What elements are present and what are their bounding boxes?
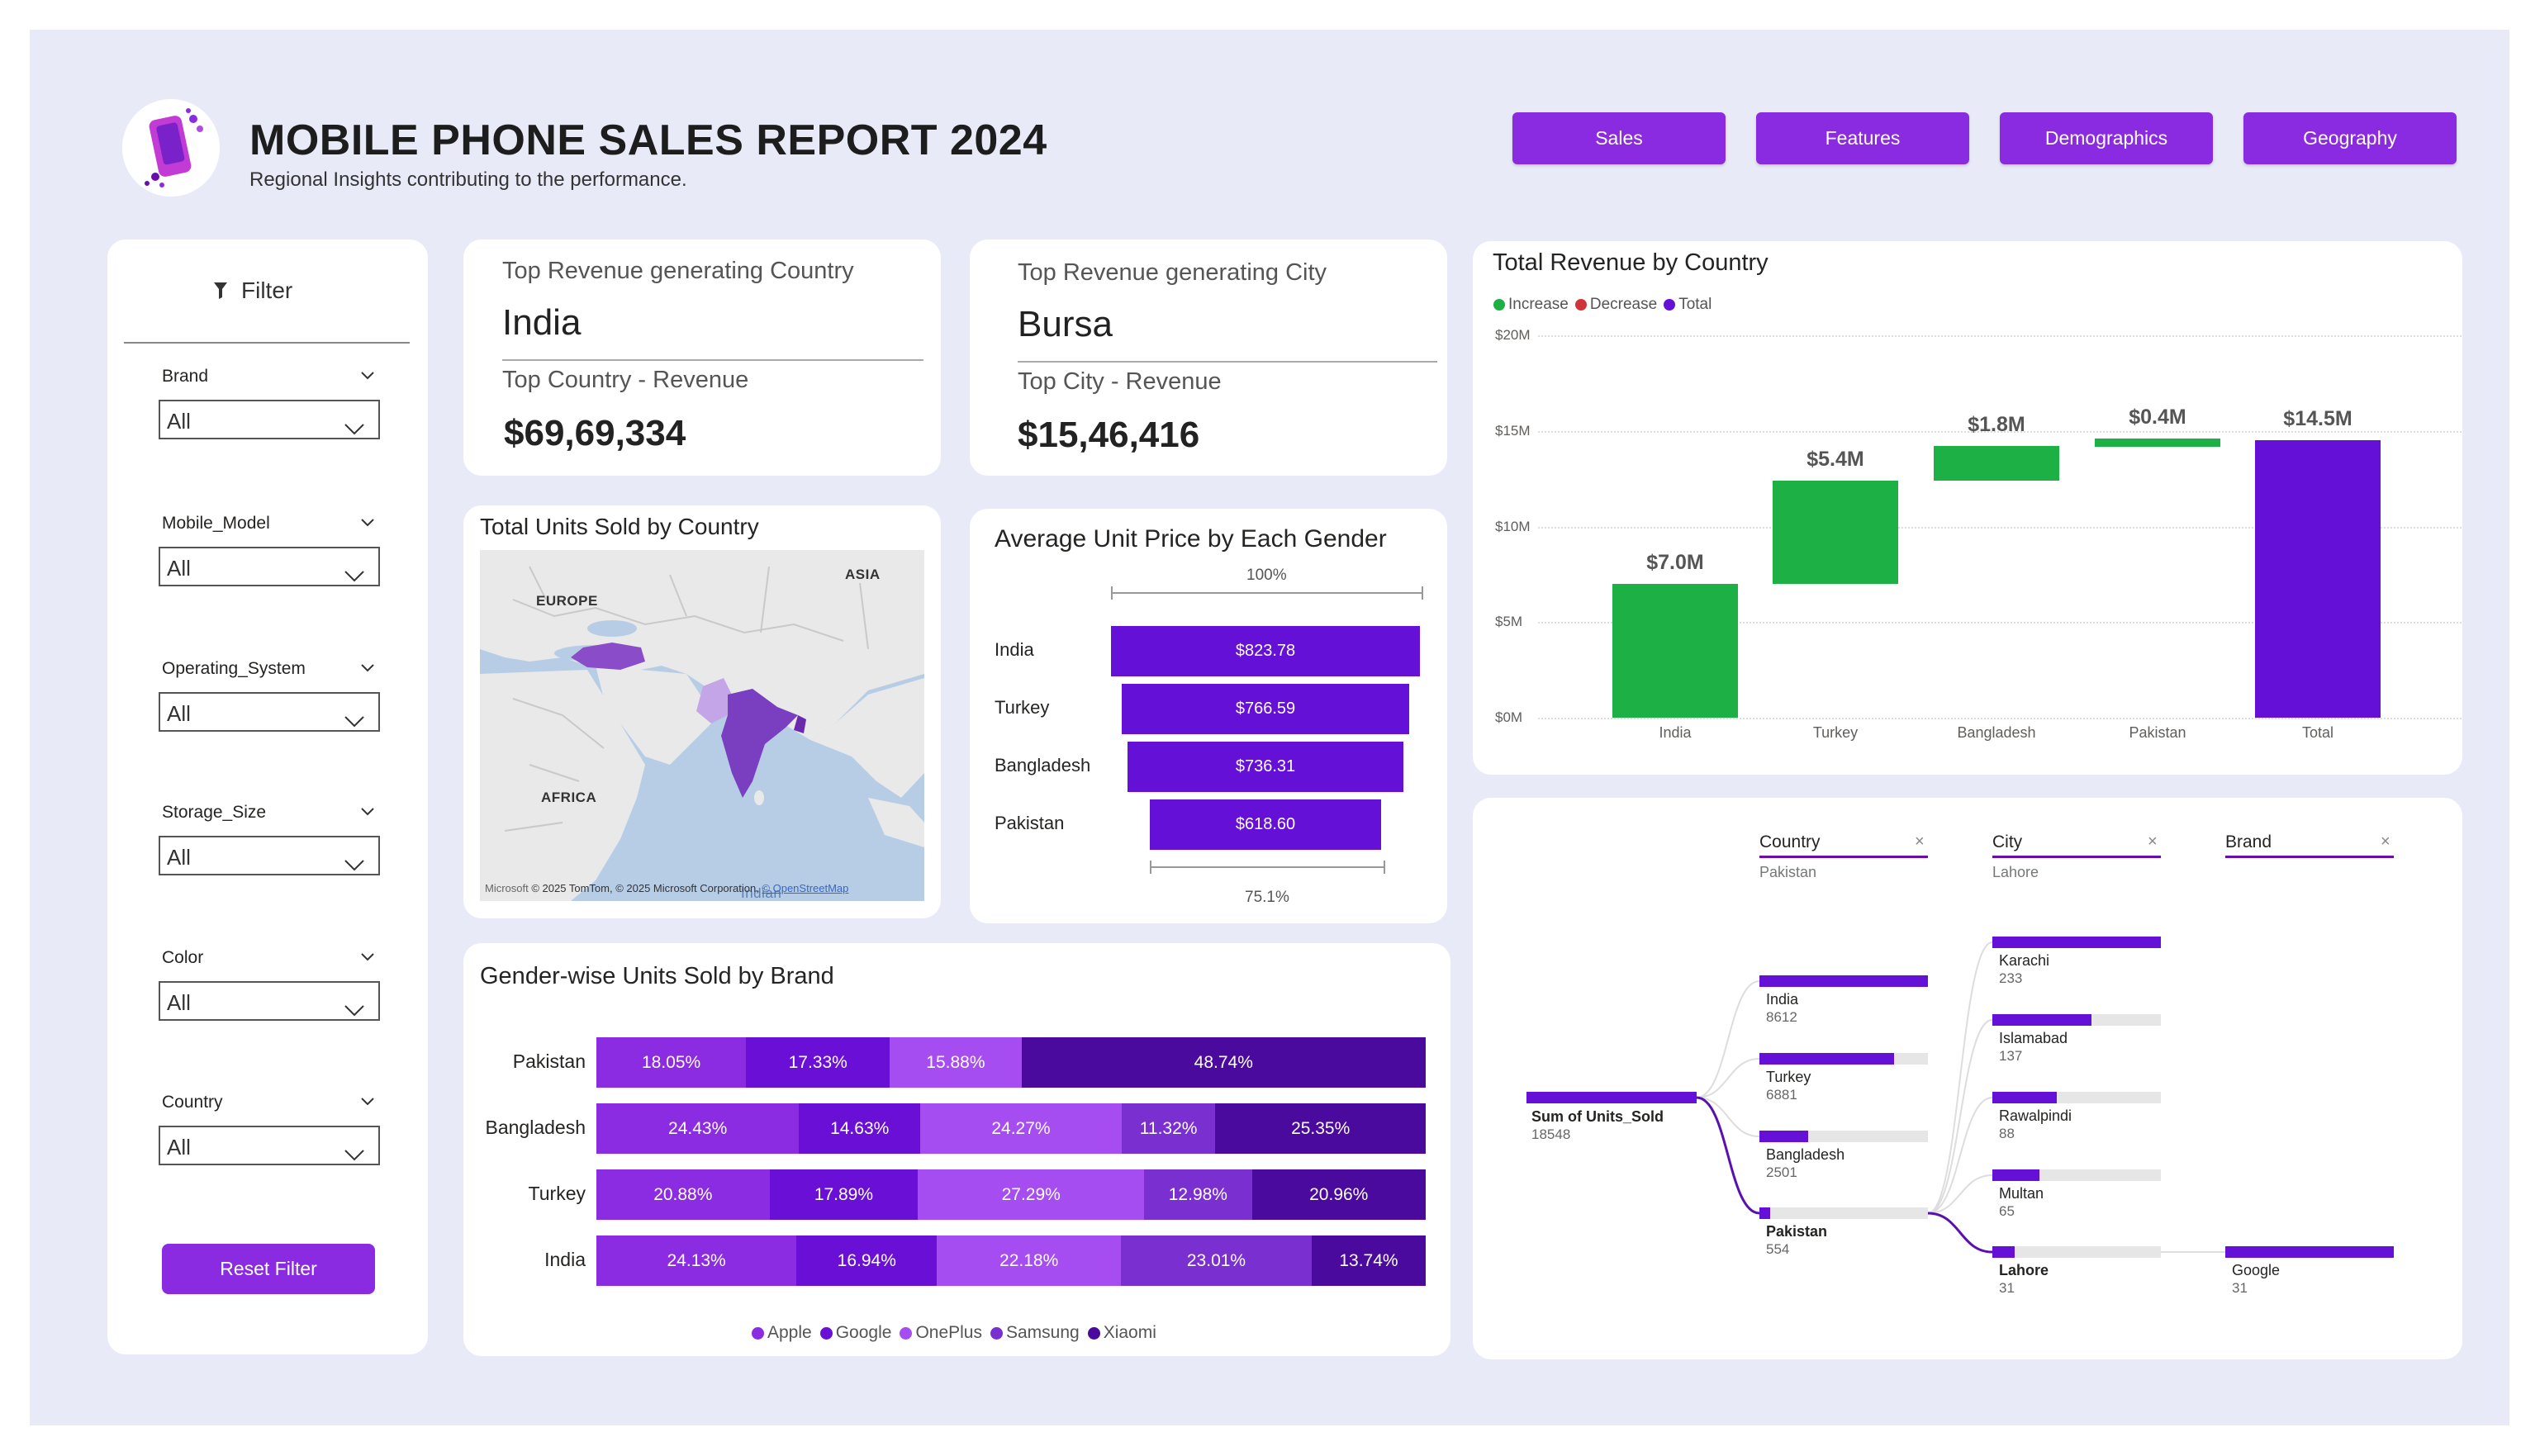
decomp-node-label: Lahore bbox=[1999, 1262, 2049, 1278]
decomp-connectors bbox=[1696, 941, 2225, 1254]
decomp-bar[interactable] bbox=[1759, 1053, 1895, 1065]
decomp-node-label: Pakistan bbox=[1766, 1223, 1828, 1240]
decomp-connector bbox=[1927, 1019, 1993, 1214]
decomp-bar[interactable] bbox=[1759, 1207, 1771, 1219]
decomp-bar[interactable] bbox=[1992, 1246, 2015, 1258]
close-icon[interactable]: × bbox=[1915, 832, 1925, 851]
decomp-node-value: 31 bbox=[1999, 1280, 2015, 1296]
decomp-bar-track bbox=[1992, 1246, 2161, 1258]
decomp-column-selection: Lahore bbox=[1992, 864, 2039, 880]
decomp-bar[interactable] bbox=[1759, 975, 1928, 987]
decomp-column-underline bbox=[1992, 856, 2161, 858]
decomp-bar[interactable] bbox=[1992, 937, 2161, 948]
decomp-column-underline bbox=[1759, 856, 1928, 858]
decomp-node-value: 8612 bbox=[1766, 1009, 1797, 1025]
decomp-root-bar[interactable] bbox=[1526, 1092, 1697, 1103]
decomp-connector bbox=[1696, 1096, 1760, 1215]
decomp-node-label: Turkey bbox=[1766, 1069, 1811, 1085]
decomp-column-header: Brand bbox=[2225, 832, 2272, 851]
decomp-bar-track bbox=[1759, 1207, 1928, 1219]
decomp-column-underline bbox=[2225, 856, 2394, 858]
decomp-node-label: Karachi bbox=[1999, 952, 2050, 969]
decomp-node-value: 137 bbox=[1999, 1048, 2023, 1064]
decomp-bar[interactable] bbox=[1992, 1092, 2057, 1103]
decomp-bar[interactable] bbox=[1992, 1014, 2092, 1026]
decomp-node-value: 554 bbox=[1766, 1241, 1790, 1257]
decomp-column-selection: Pakistan bbox=[1759, 864, 1817, 880]
close-icon[interactable]: × bbox=[2381, 832, 2390, 851]
decomp-bar[interactable] bbox=[2225, 1246, 2394, 1258]
decomp-connector bbox=[1696, 1058, 1760, 1098]
decomp-connector bbox=[1696, 1097, 1760, 1137]
decomp-node-value: 6881 bbox=[1766, 1087, 1797, 1103]
decomp-node-label: Rawalpindi bbox=[1999, 1107, 2072, 1124]
decomp-node-label: Islamabad bbox=[1999, 1030, 2068, 1046]
decomp-node-value: 65 bbox=[1999, 1203, 2015, 1219]
decomp-node-value: 88 bbox=[1999, 1126, 2015, 1141]
decomp-node-value: 31 bbox=[2232, 1280, 2248, 1296]
decomp-column-header: City bbox=[1992, 832, 2023, 851]
decomp-node-value: 2501 bbox=[1766, 1164, 1797, 1180]
decomp-node-value: 233 bbox=[1999, 970, 2023, 986]
decomp-node-label: Multan bbox=[1999, 1185, 2044, 1202]
decomp-connector bbox=[1696, 980, 1760, 1098]
decomp-node-label: Bangladesh bbox=[1766, 1146, 1845, 1163]
decomp-root-value: 18548 bbox=[1531, 1126, 1571, 1142]
decomp-node-label: Google bbox=[2232, 1262, 2281, 1278]
decomp-root-label: Sum of Units_Sold bbox=[1531, 1108, 1664, 1125]
decomp-bar[interactable] bbox=[1992, 1169, 2040, 1181]
decomp-connector bbox=[1927, 1212, 1993, 1254]
decomp-node-label: India bbox=[1766, 991, 1799, 1008]
decomp-bar[interactable] bbox=[1759, 1131, 1809, 1142]
decomp-column-header: Country bbox=[1759, 832, 1821, 851]
close-icon[interactable]: × bbox=[2148, 832, 2158, 851]
decomp-connector bbox=[1927, 941, 1993, 1214]
